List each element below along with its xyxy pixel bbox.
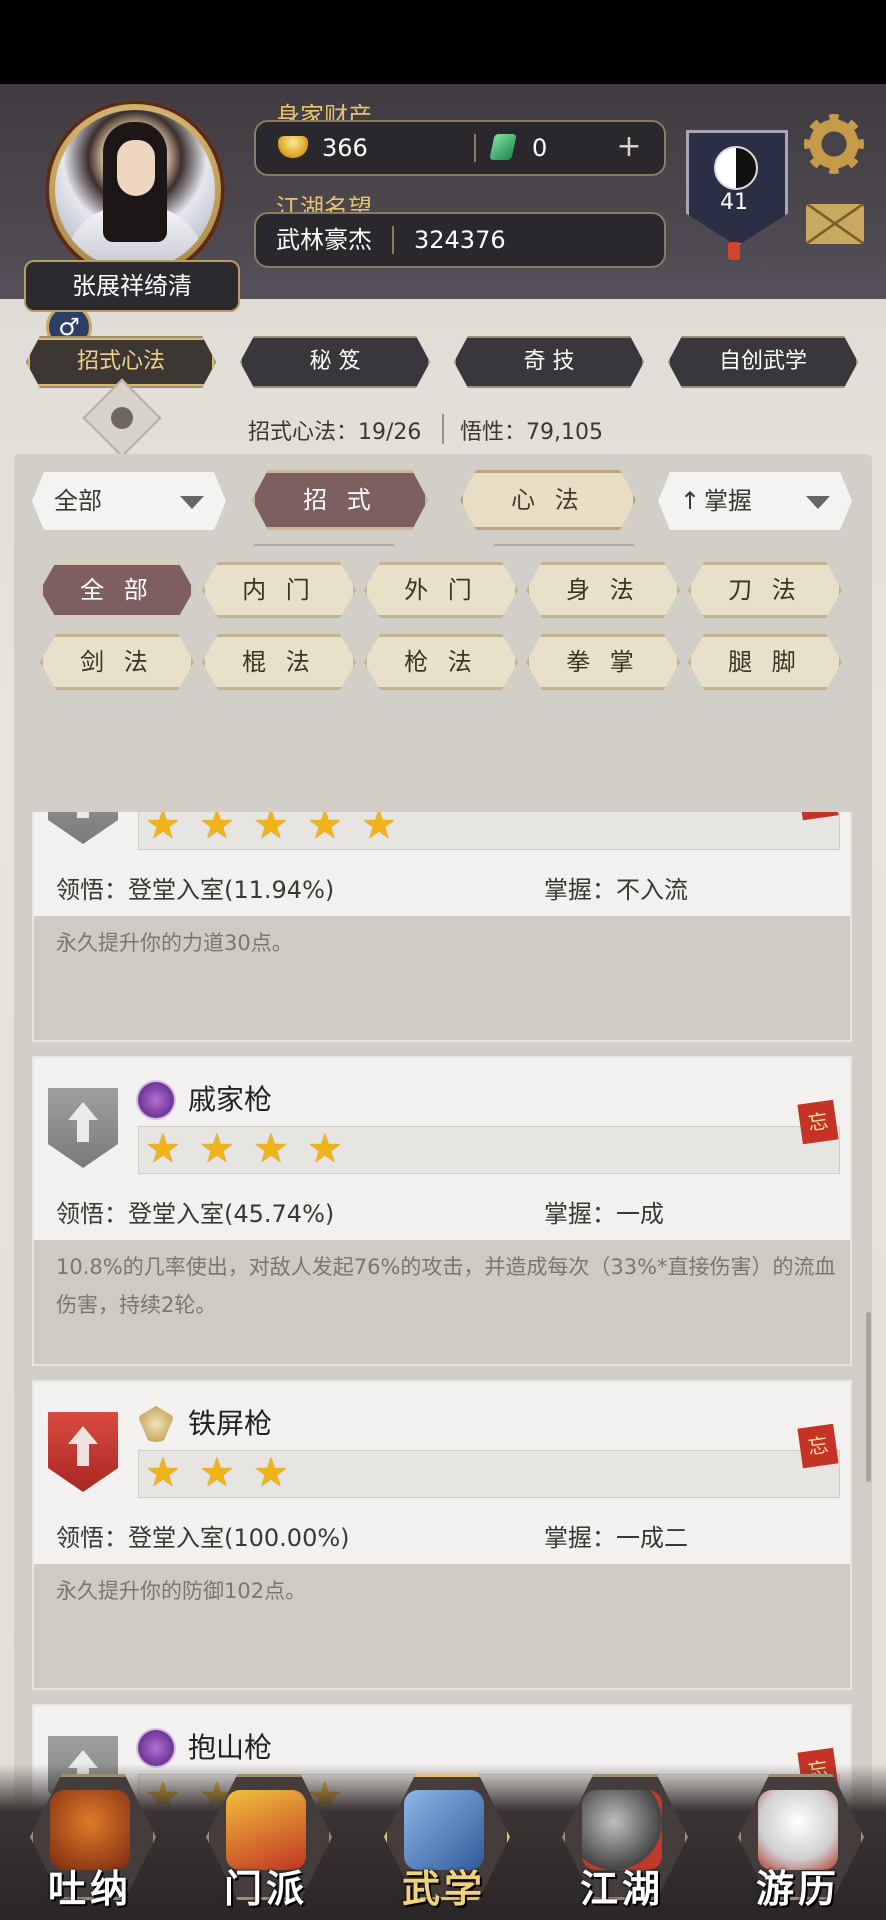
mastery-text: 掌握：一成二 <box>544 1524 688 1552</box>
mastery-text: 掌握：不入流 <box>544 876 688 904</box>
skill-description: 永久提升你的防御102点。 <box>56 1579 307 1603</box>
chevron-down-icon <box>180 496 204 509</box>
star-icon: ★ <box>145 812 181 848</box>
filter-spear[interactable]: 枪 法 <box>364 634 518 690</box>
yinyang-icon <box>714 146 758 190</box>
nav-label: 吐纳 <box>47 1867 132 1911</box>
mastery-text: 掌握：一成 <box>544 1200 664 1228</box>
category-dropdown[interactable]: 全部 <box>32 472 226 530</box>
wealth-bar: 366 0 + <box>254 120 666 176</box>
star-icon: ★ <box>199 812 235 848</box>
comprehension-text: 领悟：登堂入室(45.74%) <box>56 1200 335 1228</box>
filter-inner[interactable]: 内 门 <box>202 562 356 618</box>
filter-all[interactable]: 全 部 <box>40 562 194 618</box>
gold-ingot-icon <box>278 136 308 158</box>
star-icon: ★ <box>253 1126 289 1172</box>
nav-martial-arts[interactable]: 武学 <box>374 1774 514 1914</box>
sort-arrow-icon: ↑ <box>680 487 701 515</box>
comprehension-text: 领悟：登堂入室(11.94%) <box>56 876 335 904</box>
nav-label: 武学 <box>401 1867 486 1911</box>
chevron-down-icon <box>806 496 830 509</box>
skill-name: 戚家枪 <box>188 1083 273 1116</box>
skill-card[interactable]: 铁屏枪 ★ ★ ★ 忘 领悟：登堂入室(100.00%) 掌握：一成二 永久提升你的… <box>32 1380 852 1690</box>
player-header: ♂ 张展祥绮清 身家财产 366 0 + 江湖名望 武林豪杰 324376 41 <box>0 84 886 350</box>
filter-fist[interactable]: 拳 掌 <box>526 634 680 690</box>
add-currency-button[interactable]: + <box>612 130 646 164</box>
star-icon: ★ <box>199 1450 235 1496</box>
star-icon: ★ <box>145 1126 181 1172</box>
section-tabs: 招式心法 秘 笈 奇 技 自创武学 <box>26 336 860 388</box>
fame-bar: 武林豪杰 324376 <box>254 212 666 268</box>
tab-manuals[interactable]: 秘 笈 <box>240 336 430 388</box>
star-icon: ★ <box>145 1450 181 1496</box>
skill-description: 永久提升你的力道30点。 <box>56 931 293 955</box>
gold-amount: 366 <box>322 134 368 162</box>
nav-breathing[interactable]: 吐纳 <box>20 1774 160 1914</box>
jade-amount: 0 <box>532 134 548 162</box>
tab-special-skills[interactable]: 奇 技 <box>454 336 644 388</box>
nav-label: 游历 <box>755 1867 840 1911</box>
player-avatar[interactable] <box>45 100 225 280</box>
nav-travel[interactable]: 游历 <box>728 1774 868 1914</box>
divider-ornament <box>254 534 394 546</box>
nav-label: 江湖 <box>579 1867 664 1911</box>
settings-gear-icon[interactable] <box>804 114 864 174</box>
nav-label: 门派 <box>223 1867 308 1911</box>
divider-ornament <box>494 534 634 546</box>
type-moves-button[interactable]: 招 式 <box>252 470 428 530</box>
player-level: 41 <box>720 190 748 215</box>
eye-icon[interactable] <box>82 378 162 458</box>
skill-name: 抱山枪 <box>188 1731 273 1764</box>
forget-tag-button[interactable]: 忘 <box>797 1099 839 1145</box>
martial-arts-screen: ♂ 张展祥绮清 身家财产 366 0 + 江湖名望 武林豪杰 324376 41… <box>0 84 886 1920</box>
sort-dropdown-value: 掌握 <box>704 487 752 515</box>
jade-icon <box>489 134 517 160</box>
nav-sect[interactable]: 门派 <box>196 1774 336 1914</box>
moves-count: 招式心法：19/26 <box>248 420 422 445</box>
filter-sword[interactable]: 剑 法 <box>40 634 194 690</box>
star-rating: ★ ★ ★ ★ ★ <box>138 812 840 850</box>
level-badge[interactable]: 41 <box>686 130 788 260</box>
star-icon: ★ <box>253 1450 289 1496</box>
avatar-portrait <box>55 110 215 270</box>
skill-name: 铁屏枪 <box>188 1407 273 1440</box>
skill-card[interactable]: ★★★★★ 忘 领悟：登堂入室(11.94%) 掌握：不入流 永久提升你的力道3… <box>32 812 852 1042</box>
star-rating: ★ ★ ★ <box>138 1450 840 1498</box>
star-icon: ★ <box>307 1126 343 1172</box>
filter-outer[interactable]: 外 门 <box>364 562 518 618</box>
sort-dropdown[interactable]: ↑ 掌握 <box>658 472 852 530</box>
fame-title: 武林豪杰 <box>276 226 372 254</box>
mail-icon[interactable] <box>806 204 864 244</box>
star-icon: ★ <box>361 812 397 848</box>
skill-card[interactable]: 戚家枪 ★ ★ ★ ★ 忘 领悟：登堂入室(45.74%) 掌握：一成 10.8%的几… <box>32 1056 852 1366</box>
skill-description: 10.8%的几率使出，对敌人发起76%的攻击，并造成每次（33%*直接伤害）的流… <box>56 1255 836 1317</box>
filter-body[interactable]: 身 法 <box>526 562 680 618</box>
star-icon: ★ <box>253 812 289 848</box>
bottom-nav: 吐纳 门派 武学 江湖 游历 <box>0 1764 886 1920</box>
filter-leg[interactable]: 腿 脚 <box>688 634 842 690</box>
skill-list[interactable]: ★ ★ ★ ★ ★ 忘 领悟：登堂入室(11.94%) 掌握：不入流 永久提升你的力道3… <box>18 812 856 1848</box>
filter-staff[interactable]: 棍 法 <box>202 634 356 690</box>
comprehension-text: 领悟：登堂入室(100.00%) <box>56 1524 350 1552</box>
tassel-icon <box>728 242 740 260</box>
category-dropdown-value: 全部 <box>54 487 102 515</box>
insight-value: 悟性：79,105 <box>460 420 603 445</box>
star-icon: ★ <box>307 812 343 848</box>
list-scrollbar[interactable] <box>866 1312 871 1482</box>
star-icon: ★ <box>199 1126 235 1172</box>
player-name: 张展祥绮清 <box>24 260 240 312</box>
nav-jianghu[interactable]: 江湖 <box>552 1774 692 1914</box>
spear-type-icon <box>138 1730 174 1766</box>
filter-saber[interactable]: 刀 法 <box>688 562 842 618</box>
forget-tag-button[interactable]: 忘 <box>797 1423 839 1469</box>
fame-value: 324376 <box>414 226 506 254</box>
tab-self-created[interactable]: 自创武学 <box>668 336 858 388</box>
star-rating: ★ ★ ★ ★ <box>138 1126 840 1174</box>
spear-type-icon <box>138 1082 174 1118</box>
type-mind-button[interactable]: 心 法 <box>460 470 636 530</box>
